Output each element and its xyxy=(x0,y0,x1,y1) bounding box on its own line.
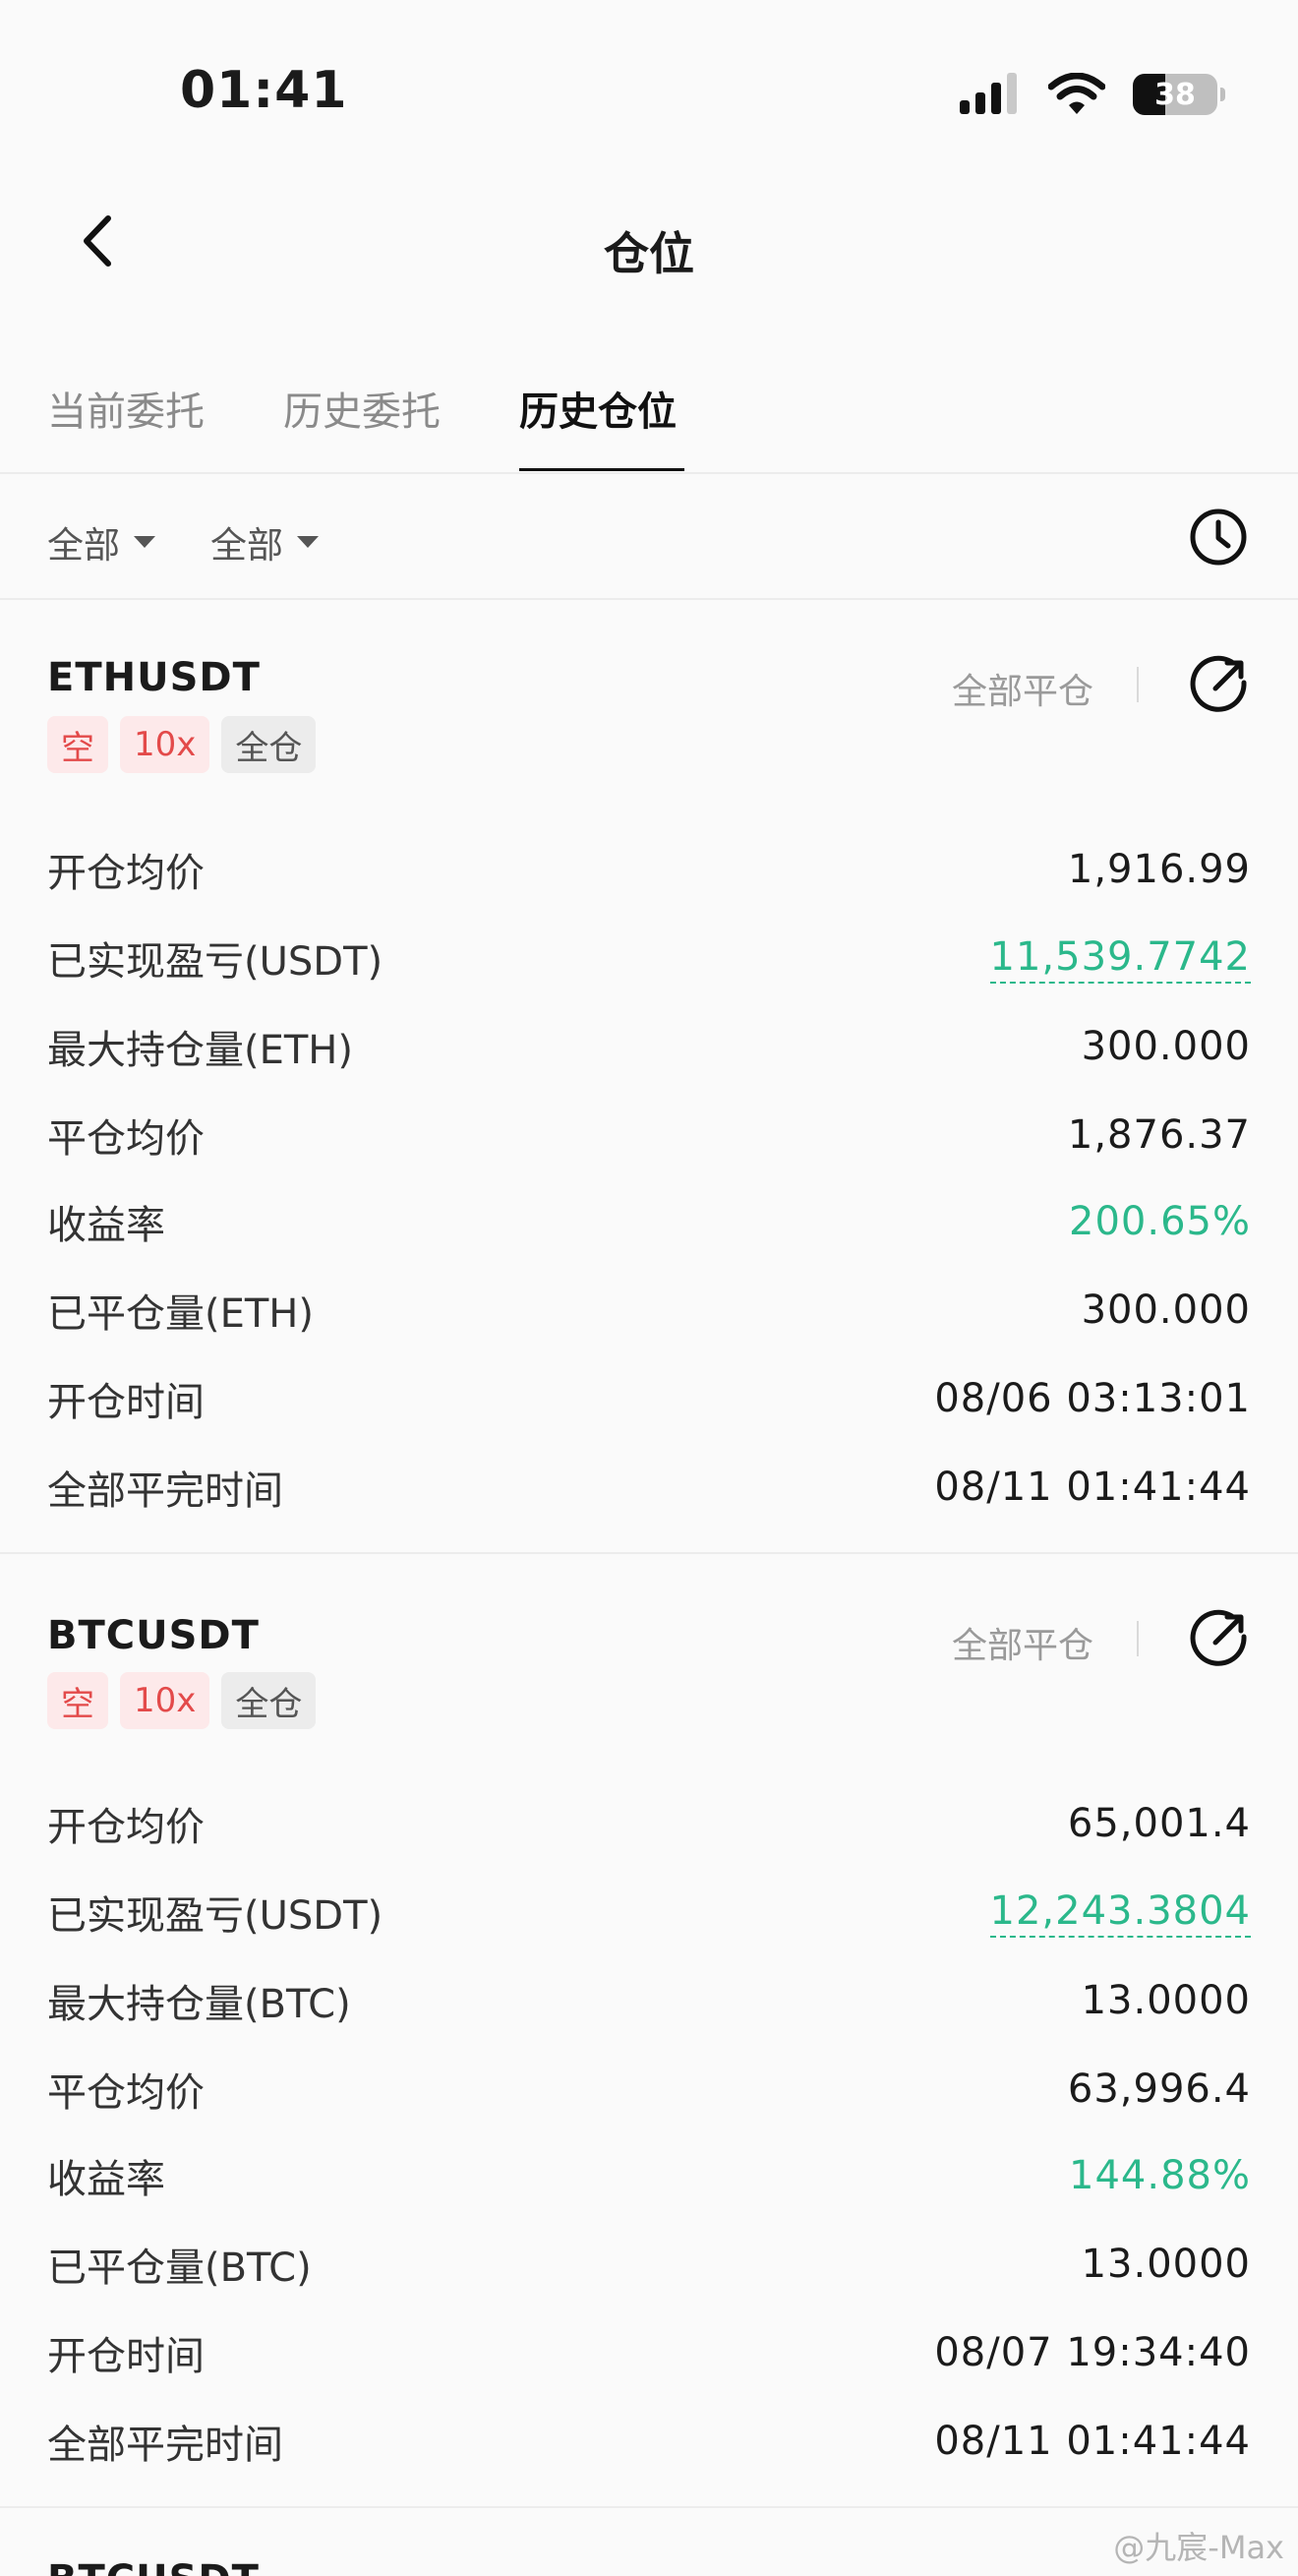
tab-bar: 当前委托 历史委托 历史仓位 xyxy=(0,370,1298,472)
tab-order-history[interactable]: 历史委托 xyxy=(283,380,441,437)
margin-mode-badge: 全仓 xyxy=(221,716,317,773)
wifi-icon xyxy=(1048,73,1105,114)
row-value: 13.0000 xyxy=(1081,2242,1251,2287)
card-symbol: BTCUSDT xyxy=(47,2557,260,2576)
detail-row: 开仓均价 65,001.4 xyxy=(47,1794,1251,1853)
battery-nub xyxy=(1220,88,1225,101)
row-value: 13.0000 xyxy=(1081,1978,1251,2023)
vertical-separator xyxy=(1137,667,1139,702)
divider xyxy=(0,472,1298,474)
clock-icon[interactable] xyxy=(1188,507,1249,568)
realized-pnl-value[interactable]: 11,539.7742 xyxy=(989,932,1251,984)
row-label: 已平仓量(ETH) xyxy=(47,1291,314,1337)
row-label: 开仓时间 xyxy=(47,2334,205,2379)
row-value: 08/11 01:41:44 xyxy=(934,1465,1251,1510)
position-card: BTCUSDT xyxy=(0,2506,1298,2576)
row-value: 08/06 03:13:01 xyxy=(934,1376,1251,1421)
tag-group: 空 10x 全仓 xyxy=(47,716,317,773)
row-label: 开仓均价 xyxy=(47,851,205,896)
row-label: 收益率 xyxy=(47,2157,165,2202)
card-symbol: BTCUSDT xyxy=(47,1613,260,1658)
row-label: 开仓均价 xyxy=(47,1805,205,1850)
row-label: 最大持仓量(BTC) xyxy=(47,1982,351,2027)
caret-down-icon xyxy=(134,536,155,548)
detail-row: 全部平完时间 08/11 01:41:44 xyxy=(47,2412,1251,2471)
position-card: BTCUSDT 全部平仓 空 10x 全仓 开仓均价 65,001.4 已实现盈… xyxy=(0,1552,1298,2508)
margin-mode-badge: 全仓 xyxy=(221,1672,317,1729)
row-label: 全部平完时间 xyxy=(47,2423,283,2468)
row-value: 08/11 01:41:44 xyxy=(934,2419,1251,2464)
detail-row: 收益率 144.88% xyxy=(47,2146,1251,2205)
row-value: 300.000 xyxy=(1081,1288,1251,1333)
filter-dropdown-2[interactable]: 全部 xyxy=(210,515,319,569)
filter-dropdown-1[interactable]: 全部 xyxy=(47,515,155,569)
row-value: 63,996.4 xyxy=(1067,2067,1251,2112)
card-symbol: ETHUSDT xyxy=(47,655,261,700)
return-rate-value: 200.65% xyxy=(1069,1199,1251,1244)
close-all-button[interactable]: 全部平仓 xyxy=(952,1617,1093,1668)
detail-row: 开仓时间 08/06 03:13:01 xyxy=(47,1369,1251,1428)
detail-row: 开仓时间 08/07 19:34:40 xyxy=(47,2323,1251,2382)
tab-current-orders[interactable]: 当前委托 xyxy=(47,380,205,437)
row-label: 最大持仓量(ETH) xyxy=(47,1028,353,1073)
status-icons: 38 xyxy=(960,67,1225,122)
row-label: 已平仓量(BTC) xyxy=(47,2246,312,2291)
detail-row: 最大持仓量(ETH) 300.000 xyxy=(47,1017,1251,1076)
battery-level: 38 xyxy=(1154,77,1196,112)
vertical-separator xyxy=(1137,1621,1139,1656)
return-rate-value: 144.88% xyxy=(1069,2153,1251,2198)
row-label: 开仓时间 xyxy=(47,1380,205,1425)
battery-indicator: 38 xyxy=(1133,74,1225,115)
filter-label: 全部 xyxy=(210,524,283,567)
close-all-button[interactable]: 全部平仓 xyxy=(952,663,1093,714)
realized-pnl-value[interactable]: 12,243.3804 xyxy=(989,1887,1251,1938)
row-value: 300.000 xyxy=(1081,1024,1251,1069)
detail-row: 已平仓量(BTC) 13.0000 xyxy=(47,2235,1251,2294)
cellular-signal-icon xyxy=(960,73,1017,114)
tag-group: 空 10x 全仓 xyxy=(47,1672,317,1729)
detail-row: 平仓均价 63,996.4 xyxy=(47,2060,1251,2119)
row-value: 08/07 19:34:40 xyxy=(934,2330,1251,2375)
detail-row: 开仓均价 1,916.99 xyxy=(47,840,1251,899)
row-label: 全部平完时间 xyxy=(47,1468,283,1514)
side-badge: 空 xyxy=(47,716,108,773)
detail-row: 全部平完时间 08/11 01:41:44 xyxy=(47,1458,1251,1517)
detail-row: 已平仓量(ETH) 300.000 xyxy=(47,1281,1251,1340)
detail-row: 收益率 200.65% xyxy=(47,1192,1251,1251)
leverage-badge: 10x xyxy=(120,1672,210,1729)
row-label: 平仓均价 xyxy=(47,1116,205,1162)
side-badge: 空 xyxy=(47,1672,108,1729)
detail-row: 平仓均价 1,876.37 xyxy=(47,1106,1251,1165)
tab-position-history[interactable]: 历史仓位 xyxy=(519,380,677,437)
filter-label: 全部 xyxy=(47,524,120,567)
row-label: 已实现盈亏(USDT) xyxy=(47,939,384,985)
detail-row: 已实现盈亏(USDT) 11,539.7742 xyxy=(47,929,1251,988)
leverage-badge: 10x xyxy=(120,716,210,773)
detail-row: 最大持仓量(BTC) 13.0000 xyxy=(47,1971,1251,2030)
row-value: 65,001.4 xyxy=(1067,1801,1251,1846)
row-label: 平仓均价 xyxy=(47,2070,205,2116)
share-icon[interactable] xyxy=(1190,1607,1251,1668)
position-card: ETHUSDT 全部平仓 空 10x 全仓 开仓均价 1,916.99 已实现盈… xyxy=(0,598,1298,1554)
page-title: 仓位 xyxy=(604,227,694,280)
caret-down-icon xyxy=(297,536,319,548)
status-time: 01:41 xyxy=(180,61,348,120)
share-icon[interactable] xyxy=(1190,653,1251,714)
row-label: 收益率 xyxy=(47,1203,165,1248)
active-tab-indicator xyxy=(519,468,684,471)
row-value: 1,916.99 xyxy=(1067,847,1251,892)
detail-row: 已实现盈亏(USDT) 12,243.3804 xyxy=(47,1883,1251,1942)
row-label: 已实现盈亏(USDT) xyxy=(47,1893,384,1939)
row-value: 1,876.37 xyxy=(1067,1112,1251,1158)
watermark: @九宸-Max xyxy=(1113,2529,1284,2566)
